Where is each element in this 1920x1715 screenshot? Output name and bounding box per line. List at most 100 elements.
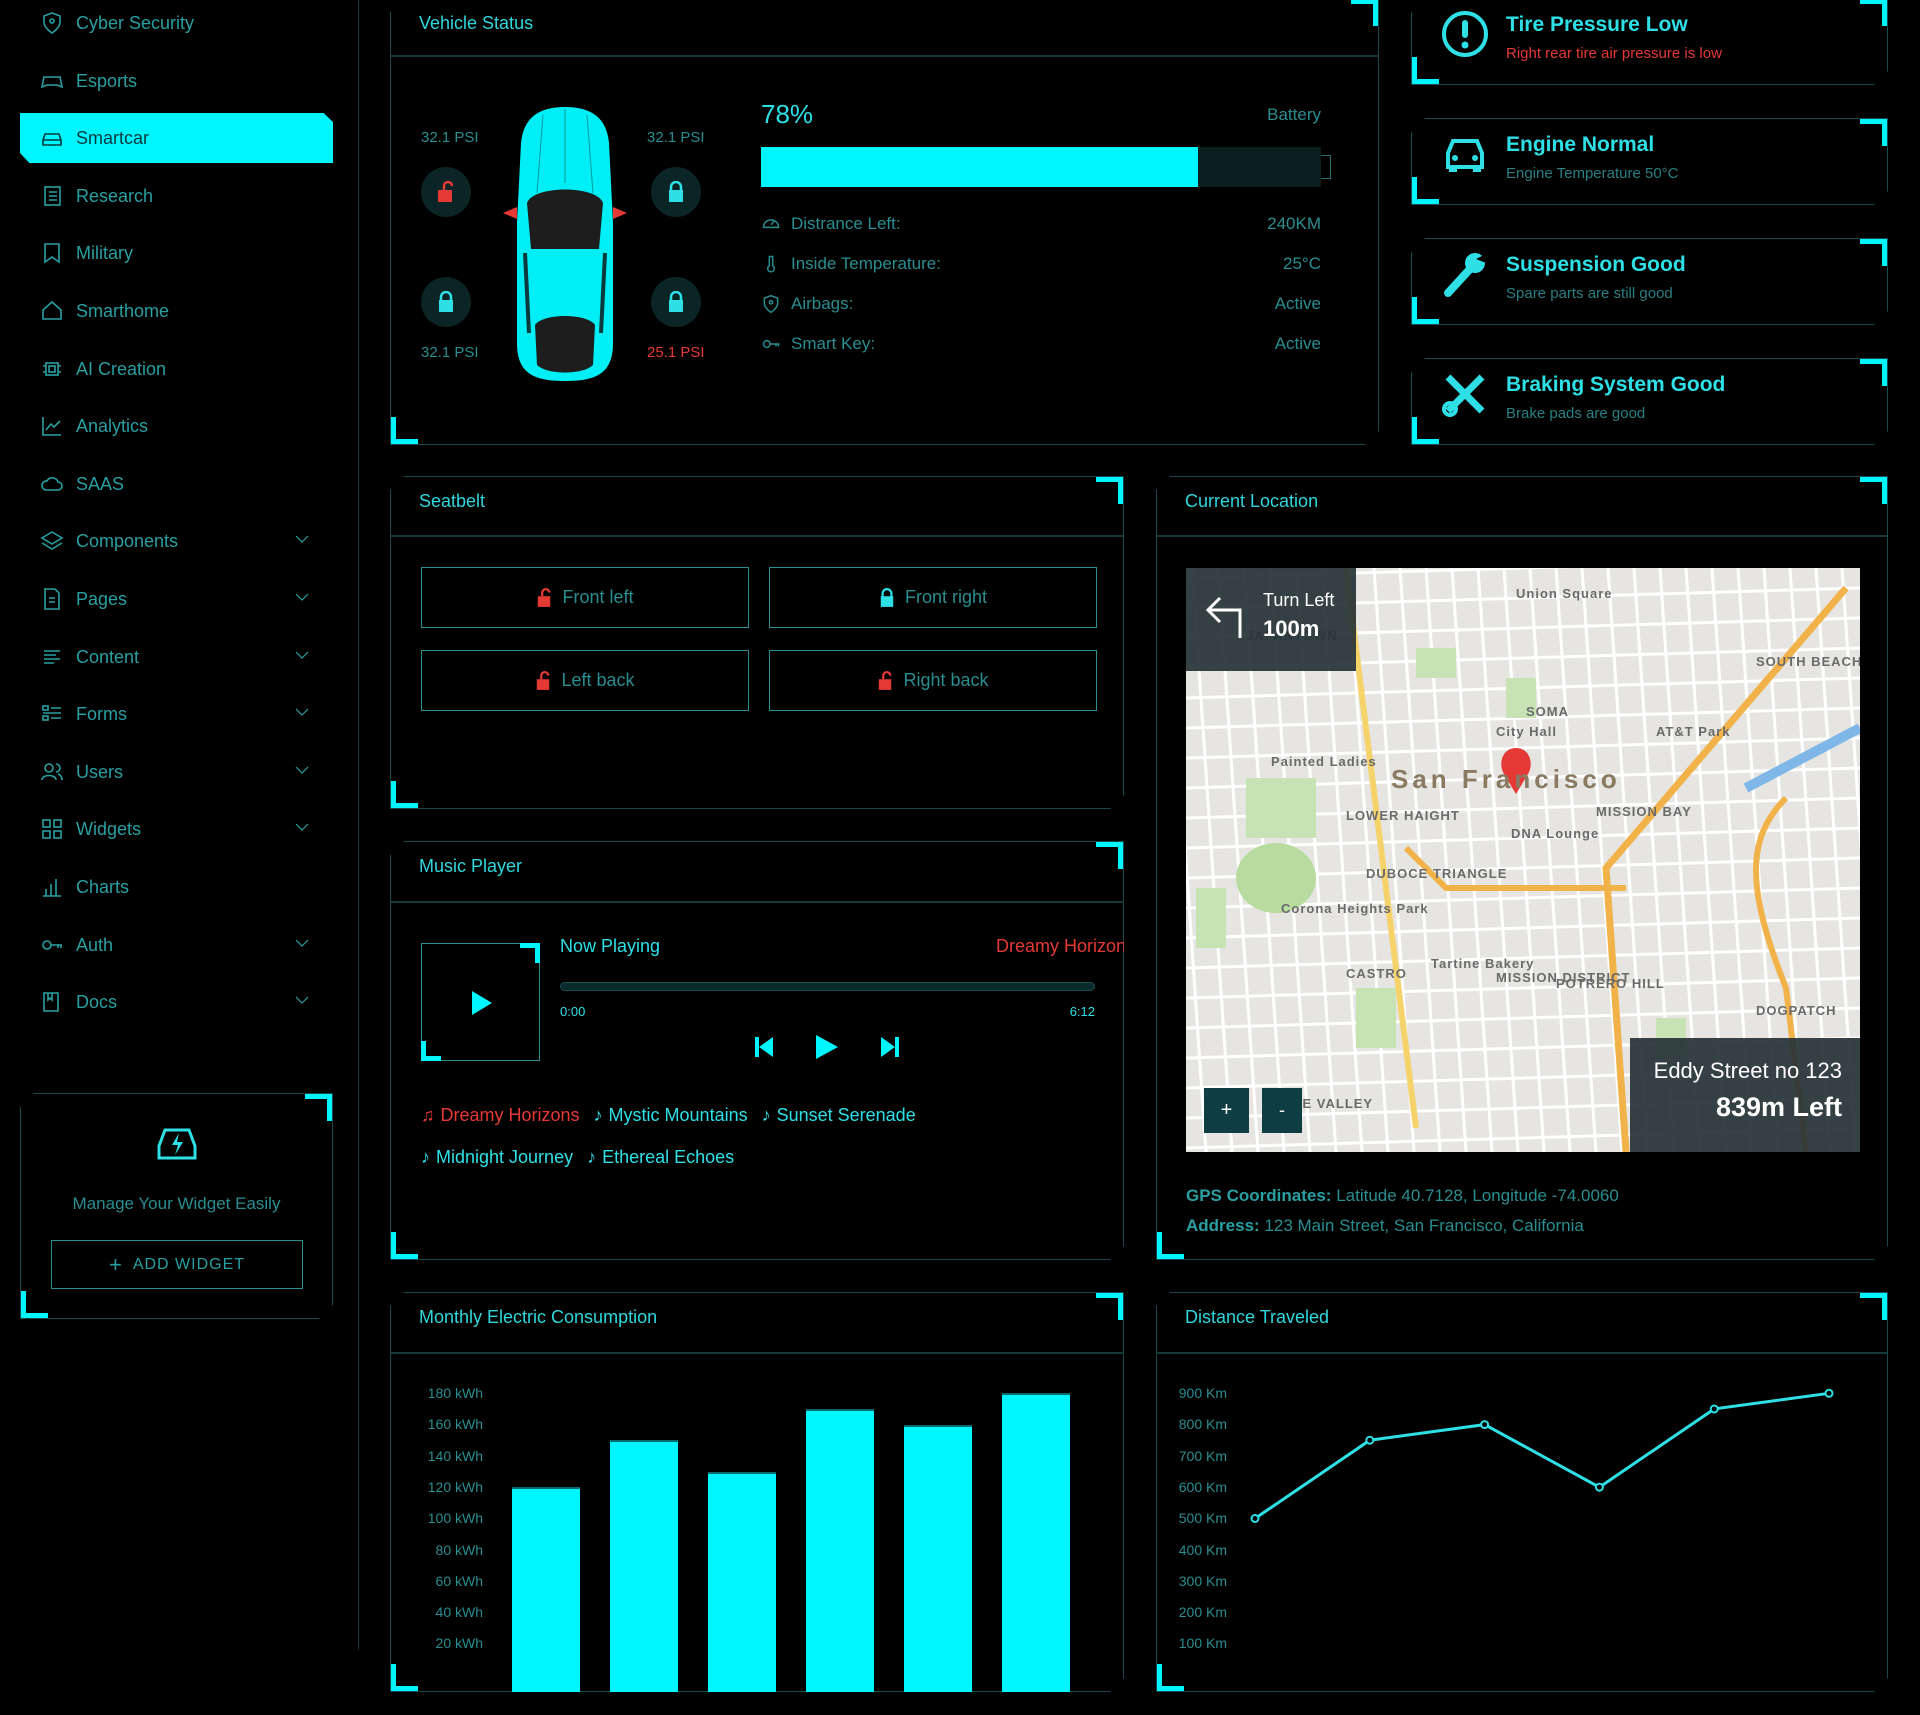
playlist-item[interactable]: ♫ Dreamy Horizons xyxy=(421,1095,580,1135)
seatbelt-front-right-button[interactable]: Front right xyxy=(769,567,1097,628)
line-point[interactable] xyxy=(1596,1484,1603,1491)
bar[interactable] xyxy=(708,1472,776,1715)
sidebar-item-smartcar[interactable]: Smartcar xyxy=(20,113,333,163)
map-street xyxy=(1504,568,1544,1152)
battery-label: Battery xyxy=(1267,105,1321,124)
lock-rear-left[interactable] xyxy=(421,277,471,327)
widget-text: Manage Your Widget Easily xyxy=(72,1194,281,1213)
sidebar-item-forms[interactable]: Forms xyxy=(20,689,333,739)
bar[interactable] xyxy=(806,1409,874,1715)
monthly-consumption-card: Monthly Electric Consumption 180 kWh 160 … xyxy=(390,1292,1124,1692)
map-park xyxy=(1416,648,1456,678)
card-title: Music Player xyxy=(419,856,523,876)
seatbelt-label: Front right xyxy=(904,587,988,607)
map-label: Union Square xyxy=(1516,586,1613,601)
track-progress-slider[interactable] xyxy=(560,982,1095,991)
sidebar-item-saas[interactable]: SAAS xyxy=(20,459,333,509)
bar[interactable] xyxy=(610,1440,678,1715)
playlist-item[interactable]: ♪ Mystic Mountains xyxy=(594,1095,748,1135)
sidebar-item-cyber-security[interactable]: Cyber Security xyxy=(20,0,333,48)
current-location-card: Current Location JAPANTOWNSan FranciscoS… xyxy=(1156,476,1888,1260)
grid-icon xyxy=(42,819,62,839)
playlist-item[interactable]: ♪ Ethereal Echoes xyxy=(587,1137,734,1177)
zoom-out-button[interactable]: - xyxy=(1262,1088,1302,1133)
y-tick-label: 900 Km xyxy=(1178,1385,1227,1401)
next-track-button[interactable] xyxy=(881,1037,899,1057)
lock-front-left[interactable] xyxy=(421,167,471,217)
y-tick-label: 120 kWh xyxy=(427,1478,483,1495)
chevron-down-icon xyxy=(293,703,311,721)
home-icon xyxy=(42,300,62,320)
zoom-in-button[interactable]: + xyxy=(1204,1088,1249,1133)
unlock-icon xyxy=(877,671,893,691)
stat-value: Active xyxy=(1274,294,1321,313)
lock-icon xyxy=(667,181,685,203)
map-view[interactable]: JAPANTOWNSan FranciscoSOMALOWER HAIGHTDU… xyxy=(1186,568,1860,1152)
status-subtitle: Spare parts are still good xyxy=(1506,285,1673,302)
chart-line-icon xyxy=(42,417,61,436)
seatbelt-right-back-button[interactable]: Right back xyxy=(769,650,1097,711)
sidebar-item-content[interactable]: Content xyxy=(20,632,333,682)
playlist-item[interactable]: ♪ Sunset Serenade xyxy=(762,1095,916,1135)
divider xyxy=(391,1352,1123,1354)
map-label: Tartine Bakery xyxy=(1431,956,1534,971)
sidebar-item-docs[interactable]: Docs xyxy=(20,977,333,1027)
y-tick-label: 100 kWh xyxy=(427,1510,483,1527)
card-title: Seatbelt xyxy=(419,491,486,511)
line-point[interactable] xyxy=(1252,1515,1259,1522)
page-icon xyxy=(44,588,60,610)
sidebar-item-esports[interactable]: Esports xyxy=(20,56,333,106)
sidebar-item-widgets[interactable]: Widgets xyxy=(20,804,333,854)
y-tick-label: 180 kWh xyxy=(427,1385,483,1401)
bar[interactable] xyxy=(512,1487,580,1715)
notebook-icon xyxy=(44,186,61,206)
song-title: Dreamy Horizons xyxy=(440,1105,580,1125)
destination-panel: Eddy Street no 123 839m Left xyxy=(1630,1038,1860,1152)
line-point[interactable] xyxy=(1711,1405,1718,1412)
card-title: Current Location xyxy=(1185,491,1319,511)
sidebar-item-auth[interactable]: Auth xyxy=(20,920,333,970)
battery-terminal xyxy=(1321,155,1331,179)
line-point[interactable] xyxy=(1826,1390,1833,1397)
shield-icon xyxy=(43,12,61,34)
previous-track-button[interactable] xyxy=(755,1037,773,1057)
seatbelt-front-left-button[interactable]: Front left xyxy=(421,567,749,628)
sidebar-item-research[interactable]: Research xyxy=(20,171,333,221)
sidebar-item-label: Pages xyxy=(76,588,128,609)
y-tick-label: 500 Km xyxy=(1178,1510,1227,1527)
playlist-item[interactable]: ♪ Midnight Journey xyxy=(421,1137,573,1177)
sidebar-item-pages[interactable]: Pages xyxy=(20,574,333,624)
sidebar-item-ai-creation[interactable]: AI Creation xyxy=(20,344,333,394)
sidebar-item-components[interactable]: Components xyxy=(20,516,333,566)
album-art[interactable] xyxy=(421,943,540,1061)
song-title: Sunset Serenade xyxy=(776,1105,916,1125)
add-widget-button[interactable]: + ADD WIDGET xyxy=(51,1240,303,1289)
play-button[interactable] xyxy=(816,1035,838,1059)
y-tick-label: 800 Km xyxy=(1178,1416,1227,1433)
distance-traveled-card: Distance Traveled 900 Km 800 Km 700 Km 600 … xyxy=(1156,1292,1888,1692)
status-card-engine-normal: Engine Normal Engine Temperature 50°C xyxy=(1411,118,1888,205)
time-current: 0:00 xyxy=(560,1004,586,1019)
map-label: SOMA xyxy=(1526,704,1569,719)
sidebar-item-analytics[interactable]: Analytics xyxy=(20,401,333,451)
seatbelt-left-back-button[interactable]: Left back xyxy=(421,650,749,711)
line-point[interactable] xyxy=(1366,1437,1373,1444)
sidebar-item-label: Content xyxy=(76,646,140,667)
map-street xyxy=(1452,568,1492,1152)
lock-icon xyxy=(437,291,455,313)
address-label: Address: xyxy=(1186,1216,1260,1235)
sidebar-item-charts[interactable]: Charts xyxy=(20,862,333,912)
bookmark-star-icon xyxy=(44,243,60,264)
line-point[interactable] xyxy=(1481,1421,1488,1428)
bar[interactable] xyxy=(1002,1393,1070,1715)
y-tick-label: 200 Km xyxy=(1178,1604,1227,1621)
lock-rear-right[interactable] xyxy=(651,277,701,327)
map-street xyxy=(1186,918,1860,938)
lock-front-right[interactable] xyxy=(651,167,701,217)
sidebar-item-smarthome[interactable]: Smarthome xyxy=(20,286,333,336)
sidebar-item-military[interactable]: Military xyxy=(20,228,333,278)
chevron-down-icon xyxy=(293,818,311,836)
bar[interactable] xyxy=(904,1425,972,1715)
sidebar-item-users[interactable]: Users xyxy=(20,747,333,797)
map-label: DNA Lounge xyxy=(1511,826,1599,841)
